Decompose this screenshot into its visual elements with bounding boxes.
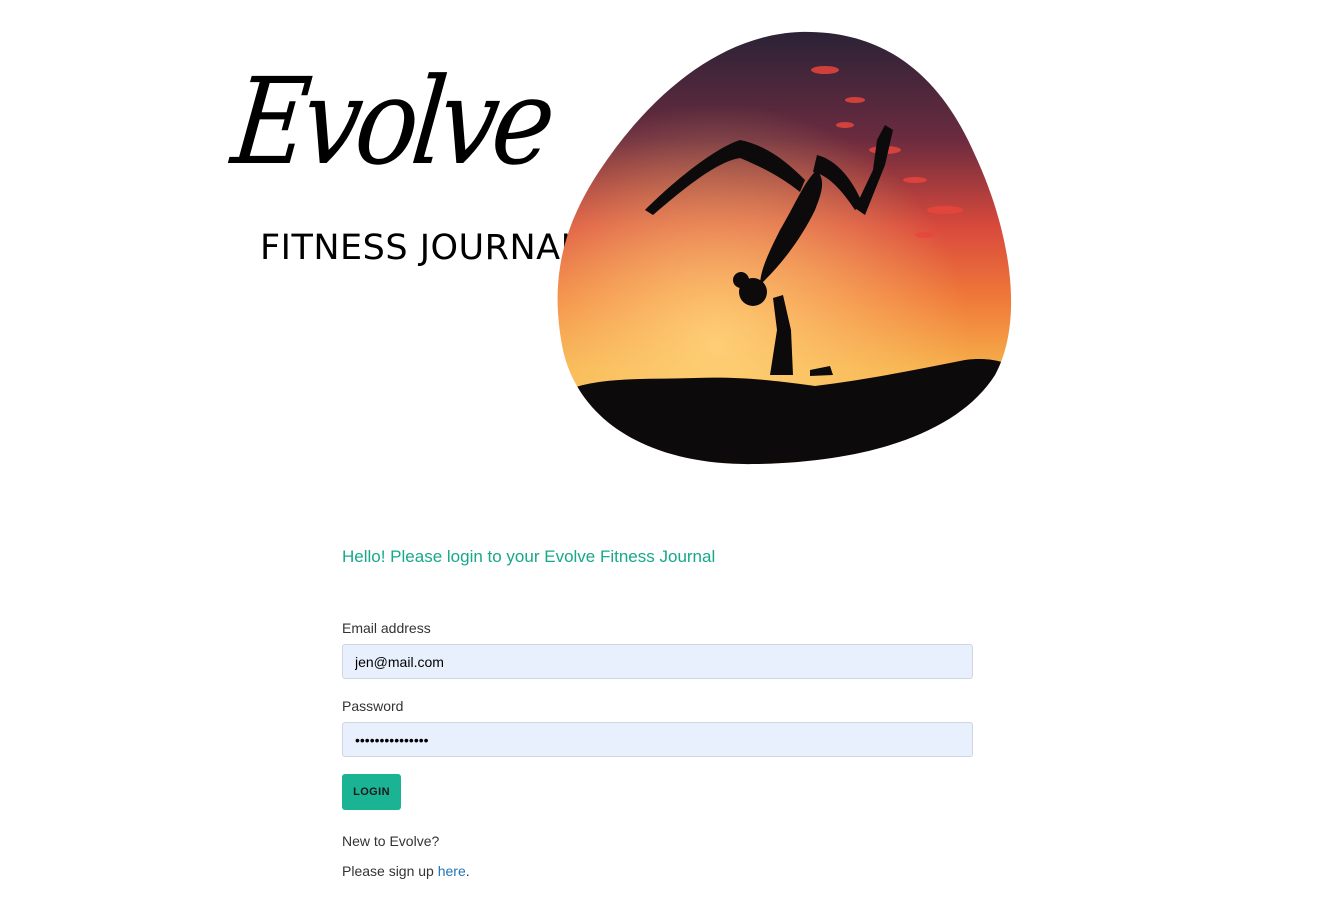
password-field[interactable] [342,722,973,757]
signup-question: New to Evolve? [342,833,440,849]
email-field[interactable] [342,644,973,679]
logo-wordmark: Evolve [226,51,556,192]
signup-prompt-end: . [465,863,470,879]
login-greeting: Hello! Please login to your Evolve Fitne… [342,547,716,566]
signup-prompt-text: Please sign up [342,863,438,879]
password-label: Password [342,698,404,714]
login-button[interactable]: LOGIN [342,774,401,810]
hero-image [555,30,1017,466]
signup-prompt: Please sign up here. [342,863,470,879]
signup-link[interactable]: here [438,863,466,879]
logo-subtitle: FITNESS JOURNAL [260,228,581,268]
yoga-silhouette-sunset-image [557,31,1012,465]
email-label: Email address [342,620,431,636]
